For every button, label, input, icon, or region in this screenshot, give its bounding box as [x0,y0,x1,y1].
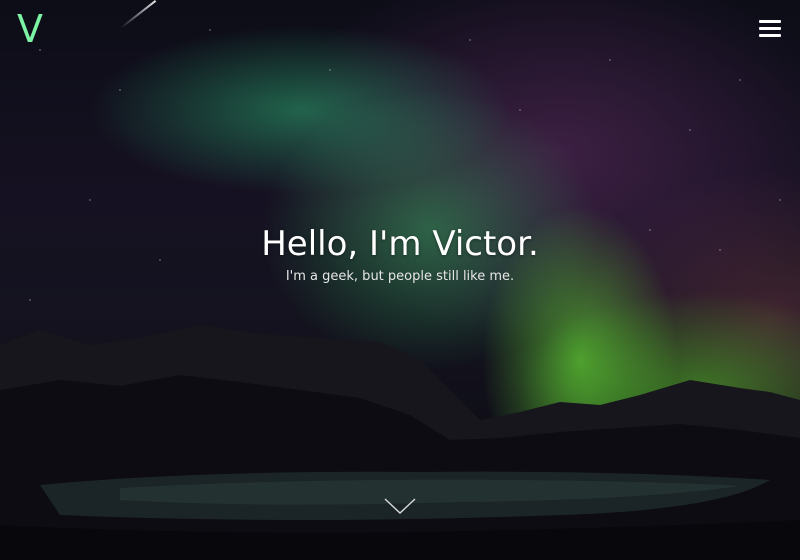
hamburger-menu-icon[interactable] [759,18,781,38]
menu-bar-bottom [759,34,781,37]
site-logo[interactable]: V [17,10,43,48]
chevron-down-icon[interactable] [384,496,416,516]
hero-intro: Hello, I'm Victor. I'm a geek, but peopl… [0,222,800,286]
hero-title: Hello, I'm Victor. [261,224,539,264]
hero-section: V Hello, I'm Victor. I'm a geek, but peo… [0,0,800,560]
hero-subtitle: I'm a geek, but people still like me. [285,269,515,284]
mountain-landscape [0,325,800,560]
menu-bar-top [759,20,781,23]
menu-bar-middle [759,27,781,30]
